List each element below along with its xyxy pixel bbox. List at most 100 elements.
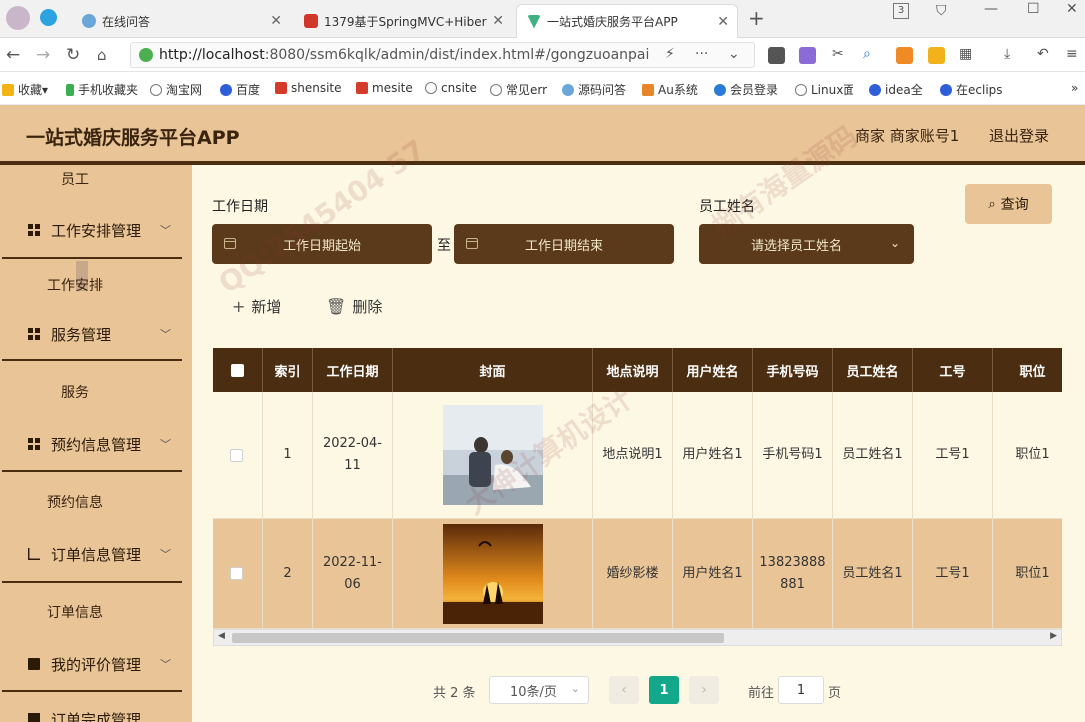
delete-button[interactable]: 🗑︎ 删除 (326, 296, 382, 317)
home-icon[interactable]: ⌂ (97, 46, 107, 64)
page-size-select[interactable]: 10条/页 ⌄ (489, 676, 589, 704)
translate-icon[interactable] (799, 47, 816, 64)
bookmark-item[interactable]: 百度 (220, 81, 260, 98)
undo-icon[interactable]: ↶ (1037, 46, 1049, 62)
page-suffix: 页 (828, 686, 842, 701)
new-tab-icon[interactable]: + (748, 6, 765, 30)
table-header: 索引 工作日期 封面 地点说明 用户姓名 手机号码 员工姓名 工号 职位 (213, 348, 1062, 392)
sidebar-menu-review[interactable]: 我的评价管理 ﹀ (0, 644, 192, 684)
tab-title: 一站式婚庆服务平台APP (547, 15, 678, 29)
back-icon[interactable]: ← (6, 45, 20, 65)
sidebar-menu-order-done[interactable]: 订单完成管理 (0, 699, 192, 722)
reader-icon[interactable] (768, 47, 785, 64)
sidebar-item-booking[interactable]: 预约信息 (0, 492, 150, 512)
divider (2, 257, 182, 259)
extension-icon[interactable] (896, 47, 913, 64)
sidebar-menu-service[interactable]: 服务管理 ﹀ (0, 314, 192, 354)
bookmark-item[interactable]: Linux面 (795, 81, 853, 98)
table-row[interactable]: 2 2022-11-06 婚纱影楼 用户姓名1 13823888881 员工姓名… (213, 519, 1062, 646)
chevron-down-icon[interactable]: ⌄ (728, 46, 740, 62)
bookmark-item[interactable]: 源码问答 (562, 81, 626, 98)
add-button[interactable]: + 新增 (232, 296, 281, 317)
download-icon[interactable]: ⤓ (1004, 46, 1010, 62)
query-button[interactable]: ⌕ 查询 (965, 184, 1052, 224)
telegram-icon[interactable] (40, 9, 57, 26)
table-row[interactable]: 1 2022-04-11 地点说明1 用户姓名1 手机号码1 员工姓名1 工号1… (213, 392, 1062, 519)
bookmark-item[interactable]: 常见err (490, 81, 548, 98)
bookmark-item[interactable]: Au系统 (642, 81, 698, 98)
lightning-icon[interactable]: ⚡ (665, 46, 675, 62)
scissors-icon[interactable]: ✂ (832, 46, 844, 62)
sidebar-item-work-schedule[interactable]: 工作安排 (0, 275, 150, 295)
cell-phone: 13823888881 (753, 519, 833, 629)
logout-link[interactable]: 退出登录 (989, 125, 1049, 146)
bookmark-item[interactable]: shensite (275, 81, 342, 95)
url-input[interactable]: http://localhost:8080/ssm6kqlk/admin/dis… (130, 42, 755, 68)
scroll-right-icon[interactable]: ▶ (1050, 631, 1057, 641)
browser-tab-1[interactable]: 在线问答 ✕ (72, 4, 290, 38)
cover-image-sunset-couple[interactable] (442, 523, 543, 624)
row-checkbox[interactable] (230, 567, 243, 580)
more-bookmarks-icon[interactable]: » (1071, 81, 1078, 95)
column-header[interactable]: 封面 (393, 348, 593, 392)
sidebar-menu-booking[interactable]: 预约信息管理 ﹀ (0, 424, 192, 464)
page-number-current[interactable]: 1 (649, 676, 679, 704)
select-all-checkbox[interactable] (231, 363, 244, 377)
column-header[interactable]: 索引 (263, 348, 313, 392)
row-select-cell[interactable] (213, 519, 263, 629)
data-table: 索引 工作日期 封面 地点说明 用户姓名 手机号码 员工姓名 工号 职位 1 2… (213, 348, 1062, 646)
bookmark-item[interactable]: 会员登录 (714, 81, 778, 98)
bookmark-item[interactable]: 在eclips (940, 81, 1004, 98)
bookmark-item[interactable]: cnsite (425, 81, 477, 95)
apps-icon[interactable]: ▦ (959, 46, 972, 62)
forward-icon[interactable]: → (36, 45, 50, 65)
sidebar-item-service[interactable]: 服务 (0, 382, 150, 402)
maximize-icon[interactable]: ☐ (1027, 1, 1040, 17)
staff-select[interactable]: 请选择员工姓名 ⌄ (699, 224, 914, 264)
column-header[interactable]: 工作日期 (313, 348, 393, 392)
goto-page-input[interactable]: 1 (778, 676, 824, 704)
profile-avatar[interactable] (6, 6, 30, 30)
bookmark-item[interactable]: mesite (356, 81, 413, 95)
shirt-icon[interactable]: ⛉ (936, 3, 947, 19)
reload-icon[interactable]: ↻ (66, 45, 80, 65)
column-header[interactable]: 职位 (993, 348, 1062, 392)
window-close-icon[interactable]: ✕ (1066, 1, 1078, 17)
sidebar-menu-order[interactable]: 订单信息管理 ﹀ (0, 534, 192, 574)
bookmark-item[interactable]: 手机收藏夹 (66, 81, 138, 98)
select-all-cell[interactable] (213, 348, 263, 392)
scroll-left-icon[interactable]: ◀ (218, 631, 225, 641)
date-end-input[interactable]: 工作日期结束 (454, 224, 674, 264)
column-header[interactable]: 员工姓名 (833, 348, 913, 392)
sidebar-item-staff[interactable]: 员工 (0, 169, 150, 189)
cover-image-wedding-couple[interactable] (442, 405, 543, 505)
browser-tab-2[interactable]: 1379基于SpringMVC+Hiber ✕ (294, 4, 512, 38)
column-header[interactable]: 工号 (913, 348, 993, 392)
search-icon[interactable]: ⌕ (863, 46, 871, 62)
close-icon[interactable]: ✕ (717, 14, 729, 30)
sidebar-item-order[interactable]: 订单信息 (0, 602, 150, 622)
column-header[interactable]: 用户姓名 (673, 348, 753, 392)
close-icon[interactable]: ✕ (492, 13, 504, 29)
chart-icon (28, 548, 40, 560)
bookmark-item[interactable]: idea全 (869, 81, 923, 98)
horizontal-scrollbar[interactable]: ◀ ▶ (213, 629, 1062, 646)
row-select-cell[interactable] (213, 392, 263, 519)
minimize-icon[interactable]: — (984, 1, 998, 17)
close-icon[interactable]: ✕ (270, 13, 282, 29)
column-header[interactable]: 地点说明 (593, 348, 673, 392)
bookmark-item[interactable]: 收藏 ▾ (2, 81, 48, 98)
browser-tab-3[interactable]: 一站式婚庆服务平台APP ✕ (516, 4, 738, 38)
shield-icon[interactable] (928, 47, 945, 64)
menu-icon[interactable]: ≡ (1066, 46, 1078, 62)
prev-page-button[interactable]: ‹ (609, 676, 639, 704)
column-header[interactable]: 手机号码 (753, 348, 833, 392)
date-start-input[interactable]: 工作日期起始 (212, 224, 432, 264)
row-checkbox[interactable] (230, 448, 243, 462)
more-icon[interactable]: ··· (695, 46, 708, 62)
next-page-button[interactable]: › (689, 676, 719, 704)
bookmark-item[interactable]: 淘宝网 (150, 81, 202, 98)
sidebar-menu-work-schedule[interactable]: 工作安排管理 ﹀ (0, 210, 192, 250)
tab-count-badge[interactable]: 3 (893, 3, 909, 19)
scroll-thumb[interactable] (232, 633, 724, 643)
